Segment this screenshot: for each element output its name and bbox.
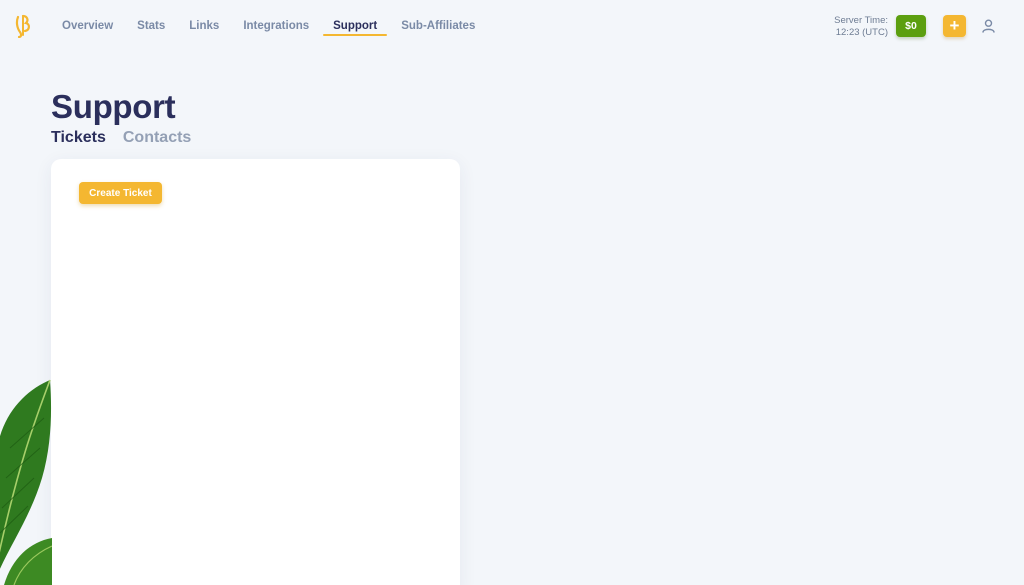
nav-item-links[interactable]: Links bbox=[177, 0, 231, 52]
nav-item-support[interactable]: Support bbox=[321, 0, 389, 52]
tickets-card: Create Ticket bbox=[51, 159, 460, 585]
server-time: Server Time: 12:23 (UTC) bbox=[800, 15, 888, 39]
nav-item-overview[interactable]: Overview bbox=[50, 0, 125, 52]
server-time-label: Server Time: bbox=[834, 15, 888, 26]
nav-item-sub-affiliates[interactable]: Sub-Affiliates bbox=[389, 0, 487, 52]
add-button[interactable]: + bbox=[943, 15, 966, 37]
nav-item-stats[interactable]: Stats bbox=[125, 0, 177, 52]
server-time-value: 12:23 (UTC) bbox=[835, 27, 888, 38]
nav-item-integrations[interactable]: Integrations bbox=[231, 0, 321, 52]
page-title: Support bbox=[51, 88, 176, 125]
tab-tickets[interactable]: Tickets bbox=[51, 129, 106, 147]
tab-contacts[interactable]: Contacts bbox=[123, 129, 191, 147]
support-tabs: Tickets Contacts bbox=[51, 129, 191, 147]
create-ticket-button[interactable]: Create Ticket bbox=[79, 182, 162, 204]
main-nav: Overview Stats Links Integrations Suppor… bbox=[50, 0, 487, 52]
brand-logo-icon[interactable] bbox=[14, 14, 32, 38]
leaf-decoration bbox=[0, 379, 52, 585]
balance-button[interactable]: $0 bbox=[896, 15, 926, 37]
user-icon[interactable] bbox=[982, 19, 995, 33]
support-page: Overview Stats Links Integrations Suppor… bbox=[0, 0, 1024, 585]
top-navigation-bar: Overview Stats Links Integrations Suppor… bbox=[0, 0, 1024, 52]
